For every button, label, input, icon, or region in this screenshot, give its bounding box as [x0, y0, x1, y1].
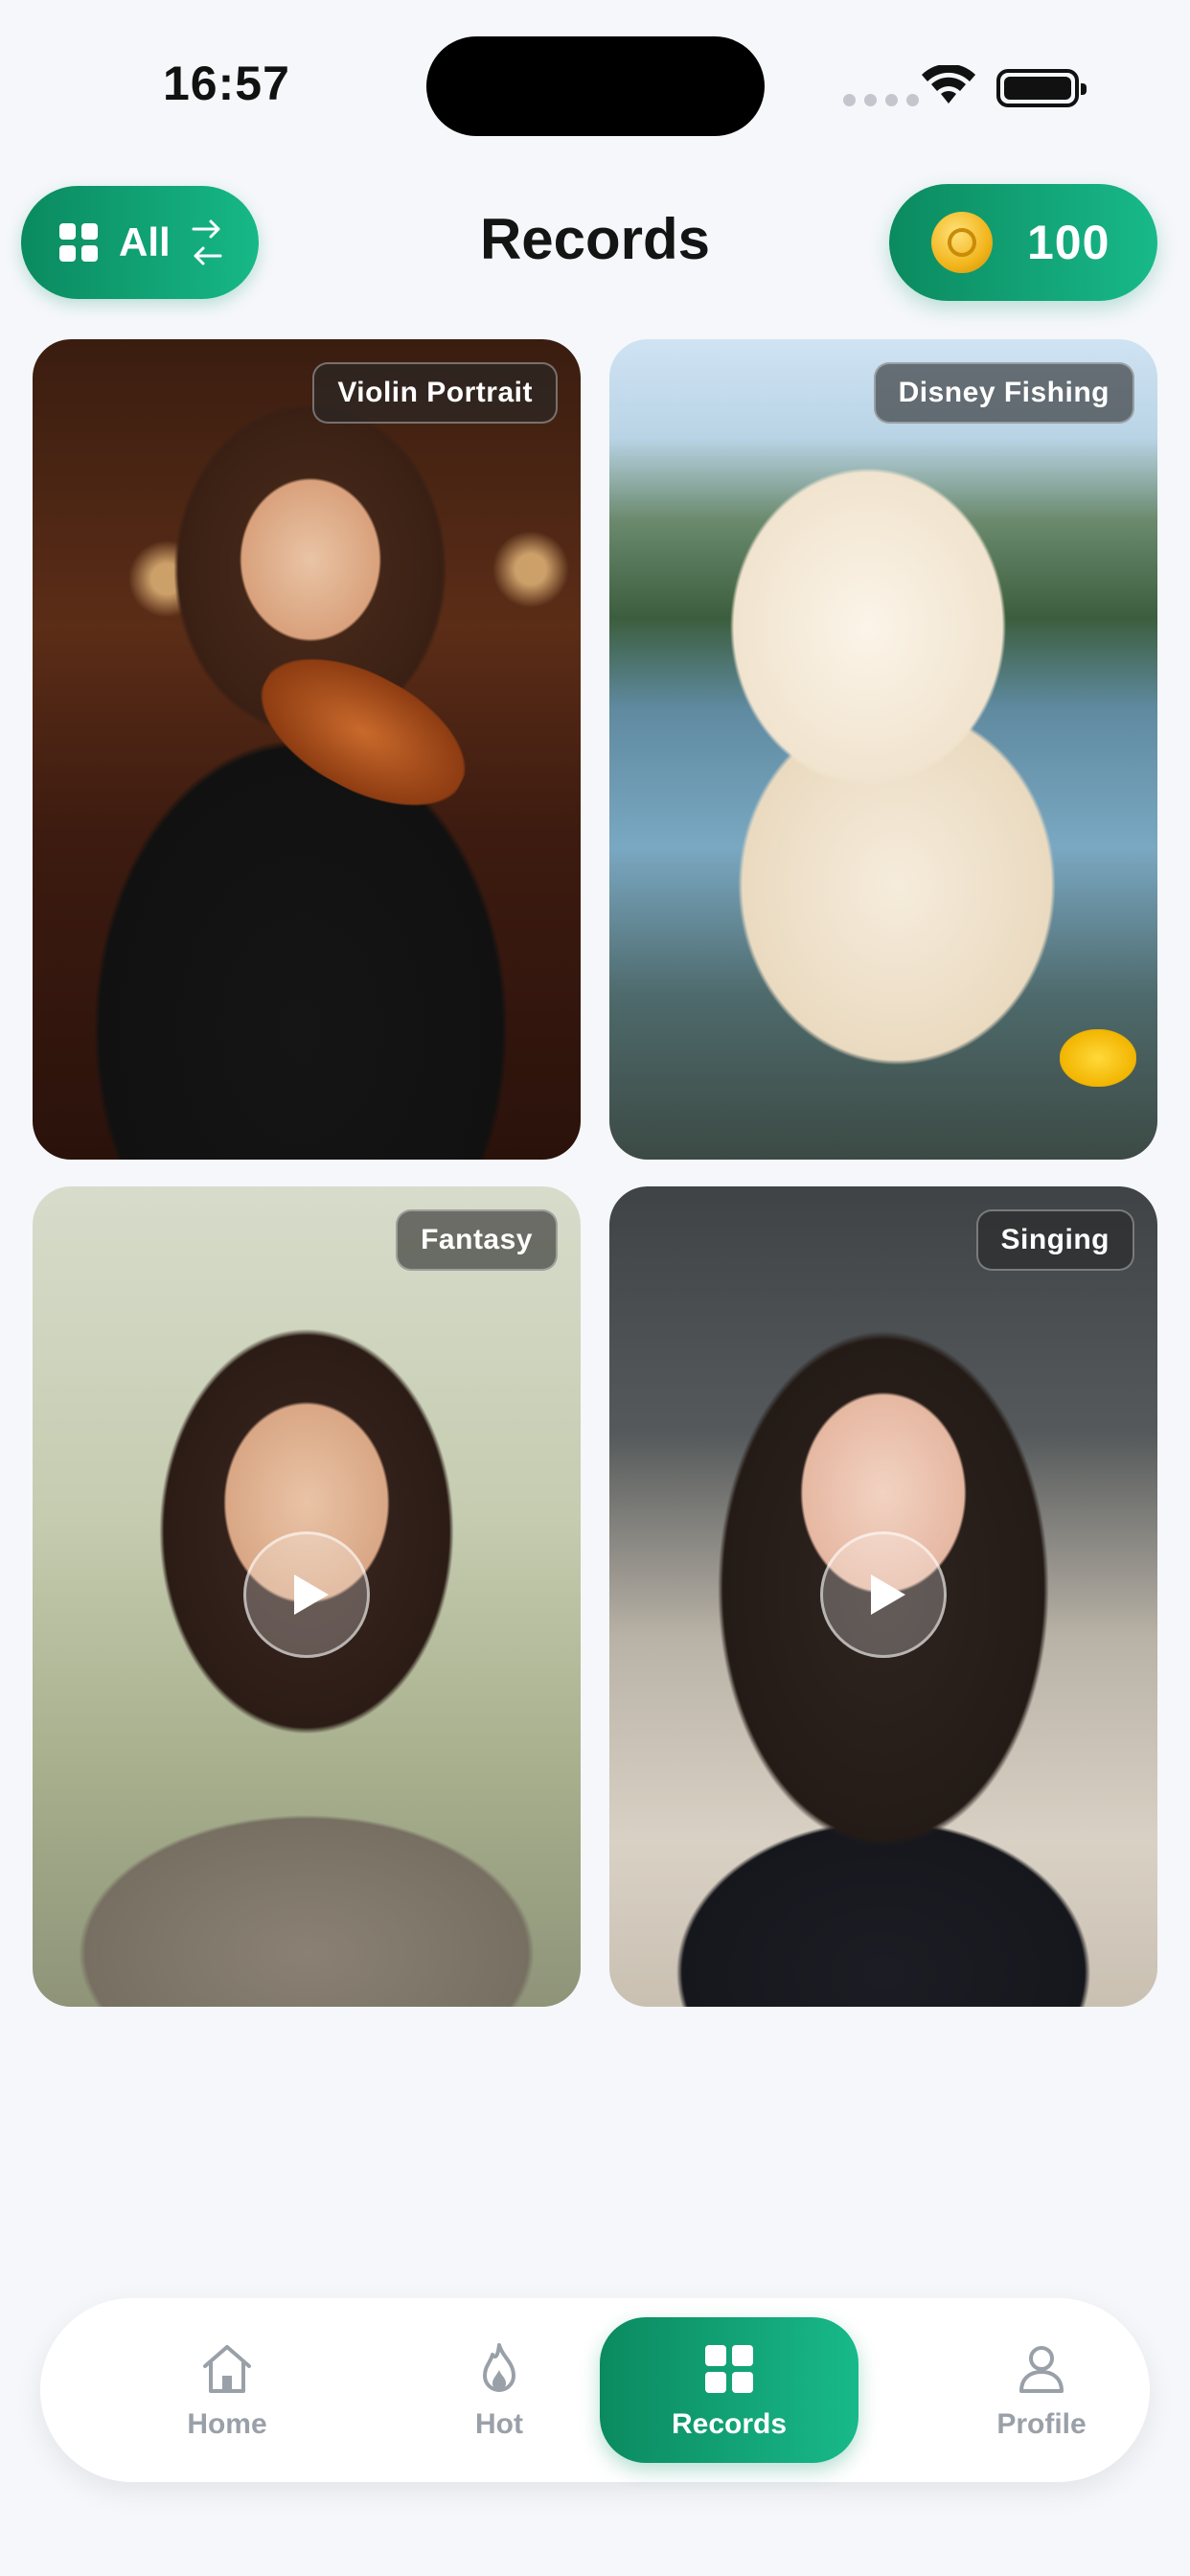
- play-button[interactable]: [243, 1531, 370, 1658]
- bottom-navigation: Home Hot Records Profile: [40, 2298, 1150, 2482]
- nav-label-profile: Profile: [996, 2408, 1087, 2440]
- flame-icon: [483, 2343, 515, 2392]
- record-tag: Singing: [975, 1209, 1134, 1271]
- fish-shape: [1060, 1029, 1136, 1087]
- violin-shape: [239, 630, 488, 835]
- play-icon: [871, 1575, 905, 1615]
- dynamic-island: [426, 36, 765, 136]
- home-icon: [203, 2345, 251, 2393]
- play-button[interactable]: [820, 1531, 947, 1658]
- nav-label-home: Home: [187, 2408, 267, 2440]
- cellular-signal-icon: [843, 94, 919, 106]
- person-icon: [1019, 2346, 1064, 2393]
- status-time: 16:57: [163, 57, 290, 110]
- record-card-violin-portrait[interactable]: Violin Portrait: [33, 339, 581, 1160]
- nav-item-profile[interactable]: Profile: [912, 2298, 1171, 2482]
- nav-item-records[interactable]: Records: [600, 2317, 858, 2463]
- records-screen: 16:57 All Records 100 Violin Portrait Di…: [0, 0, 1190, 2576]
- battery-icon: [996, 69, 1087, 107]
- coin-balance-button[interactable]: 100: [889, 184, 1157, 301]
- record-card-singing[interactable]: Singing: [609, 1186, 1157, 2007]
- record-tag: Disney Fishing: [873, 362, 1134, 424]
- nav-item-home[interactable]: Home: [98, 2298, 356, 2482]
- record-tag: Violin Portrait: [312, 362, 558, 424]
- record-tag: Fantasy: [396, 1209, 558, 1271]
- nav-label-records: Records: [671, 2408, 788, 2440]
- grid-icon: [705, 2345, 753, 2393]
- play-icon: [294, 1575, 329, 1615]
- nav-item-hot[interactable]: Hot: [370, 2298, 629, 2482]
- coin-balance: 100: [1027, 216, 1110, 269]
- record-card-disney-fishing[interactable]: Disney Fishing: [609, 339, 1157, 1160]
- record-card-fantasy[interactable]: Fantasy: [33, 1186, 581, 2007]
- wifi-icon: [922, 65, 975, 104]
- coin-icon: [931, 212, 993, 273]
- nav-label-hot: Hot: [475, 2408, 523, 2440]
